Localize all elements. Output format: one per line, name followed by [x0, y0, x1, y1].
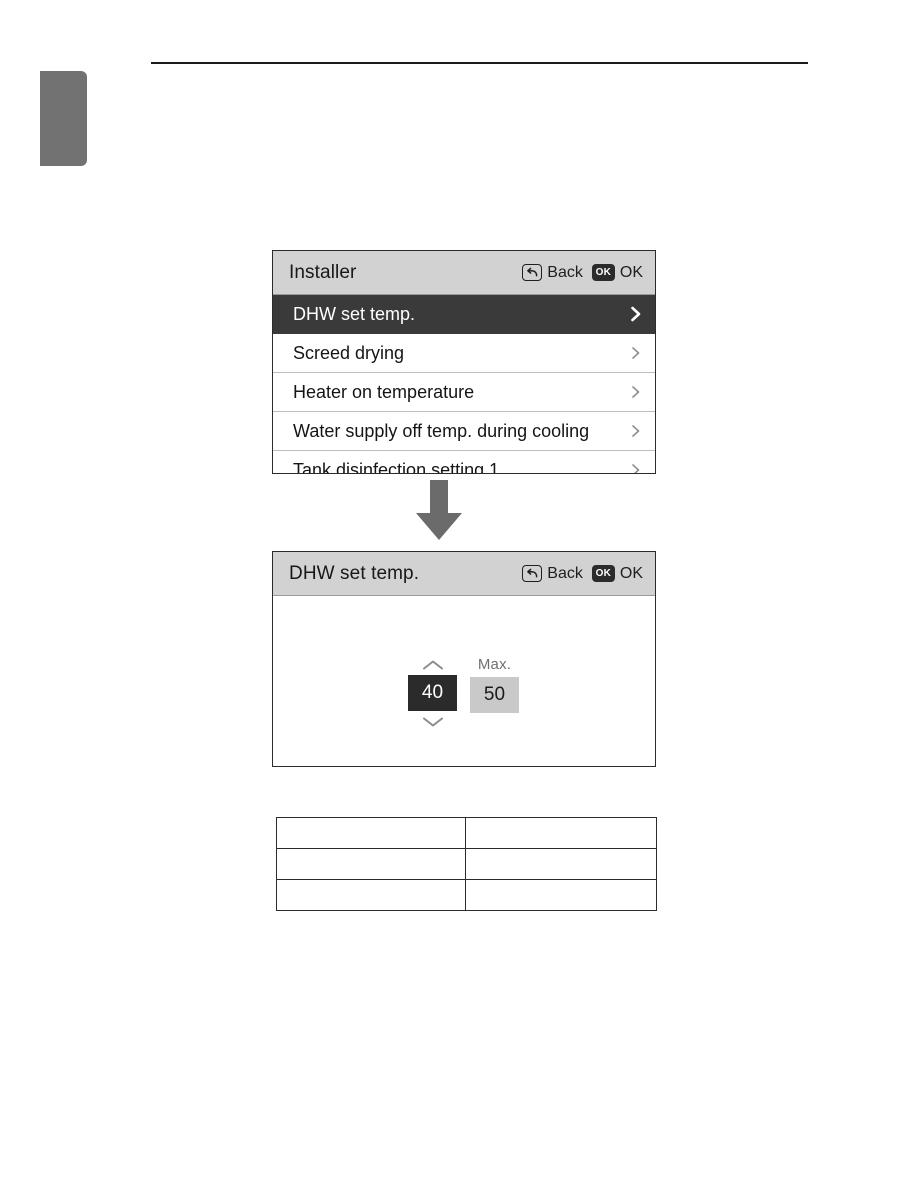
table-cell — [276, 879, 466, 911]
dhw-screen-body: 40 Max. 50 — [273, 596, 655, 766]
ok-key-label: OK — [619, 564, 643, 582]
list-item-tank-disinfection-setting-1[interactable]: Tank disinfection setting 1 — [273, 451, 655, 474]
back-key[interactable]: Back — [522, 264, 583, 282]
set-temp-stepper: 40 — [408, 656, 457, 730]
softkey-bar: Back OK OK — [522, 264, 643, 282]
undo-arrow-icon — [522, 565, 543, 582]
installer-screen: Installer Back OK OK DHW set temp. Scree… — [272, 250, 656, 474]
list-item-label: Heater on temperature — [293, 381, 475, 402]
page-side-tab — [40, 71, 87, 166]
list-item-heater-on-temperature[interactable]: Heater on temperature — [273, 373, 655, 412]
installer-screen-title: Installer — [289, 261, 357, 283]
chevron-right-icon — [630, 345, 642, 361]
dhw-set-temp-screen: DHW set temp. Back OK OK 40 Max. 50 — [272, 551, 656, 767]
table-row — [276, 817, 657, 849]
table-cell — [465, 848, 657, 880]
set-temp-value[interactable]: 40 — [408, 675, 457, 711]
back-key[interactable]: Back — [522, 565, 583, 583]
max-temp-group: Max. 50 — [470, 656, 519, 713]
ok-key-icon: OK — [591, 264, 615, 281]
arrow-down-icon — [414, 480, 464, 542]
list-item-screed-drying[interactable]: Screed drying — [273, 334, 655, 373]
ok-key[interactable]: OK OK — [591, 263, 643, 282]
undo-arrow-icon — [522, 264, 543, 281]
back-key-label: Back — [547, 564, 583, 582]
max-temp-label: Max. — [477, 656, 512, 673]
chevron-down-icon[interactable] — [422, 713, 444, 730]
list-item-label: Tank disinfection setting 1 — [293, 459, 500, 474]
dhw-screen-title: DHW set temp. — [289, 562, 420, 584]
list-item-label: Water supply off temp. during cooling — [293, 420, 590, 441]
list-item-dhw-set-temp[interactable]: DHW set temp. — [273, 295, 655, 334]
max-temp-value: 50 — [470, 677, 519, 713]
chevron-right-icon — [630, 384, 642, 400]
table-cell — [465, 879, 657, 911]
list-item-water-supply-off-temp-during-cooling[interactable]: Water supply off temp. during cooling — [273, 412, 655, 451]
chevron-up-icon[interactable] — [422, 656, 444, 673]
table-row — [276, 848, 657, 880]
installer-screen-header: Installer Back OK OK — [273, 251, 655, 295]
ok-key-label: OK — [619, 263, 643, 281]
softkey-bar: Back OK OK — [522, 565, 643, 583]
chevron-right-icon — [630, 462, 642, 473]
table-cell — [276, 817, 466, 849]
dhw-screen-header: DHW set temp. Back OK OK — [273, 552, 655, 596]
chevron-right-icon — [630, 306, 642, 322]
dhw-temp-spinner: 40 Max. 50 — [408, 656, 519, 730]
table-cell — [276, 848, 466, 880]
table-row — [276, 879, 657, 911]
ok-key-icon: OK — [591, 565, 615, 582]
spec-table — [276, 817, 657, 911]
list-item-label: Screed drying — [293, 342, 405, 363]
list-item-label: DHW set temp. — [293, 303, 416, 324]
ok-key[interactable]: OK OK — [591, 564, 643, 583]
back-key-label: Back — [547, 263, 583, 281]
page-header-rule — [151, 62, 808, 64]
chevron-right-icon — [630, 423, 642, 439]
table-cell — [465, 817, 657, 849]
